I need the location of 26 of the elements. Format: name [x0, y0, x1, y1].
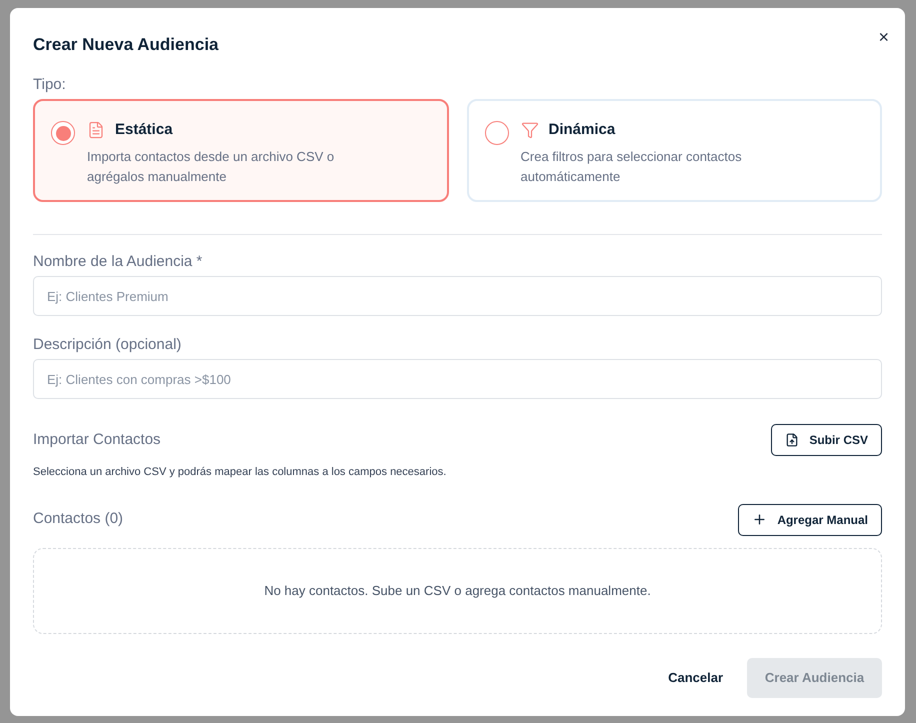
import-help: Selecciona un archivo CSV y podrás mapear las columnas a los campos necesarios. [33, 465, 448, 480]
option-title: Estática [115, 120, 173, 140]
option-title: Dinámica [548, 120, 616, 140]
upload-button[interactable]: Subir CSV [771, 424, 882, 456]
dialog-title: Crear Nueva Audiencia [33, 34, 220, 56]
radio-button[interactable] [51, 121, 75, 145]
field-label: Descripción (opcional) [33, 336, 182, 354]
file-upload-icon [785, 433, 800, 447]
section-label: Importar Contactos [33, 430, 161, 450]
close-button[interactable]: × [878, 28, 889, 46]
type-option[interactable]: Dinámica Crea filtros para seleccionar contactos automáticamente [466, 99, 882, 202]
add-manual-button[interactable]: Agregar Manual [738, 504, 882, 536]
input-field[interactable]: Ej: Clientes con compras >$100 [33, 359, 882, 399]
input-field[interactable]: Ej: Clientes Premium [33, 276, 882, 316]
cancel-button[interactable]: Cancelar [668, 668, 723, 688]
empty-contacts: No hay contactos. Sube un CSV o agrega contactos manualmente. [33, 548, 882, 634]
document-icon [87, 121, 105, 140]
radio-button[interactable] [484, 121, 508, 145]
filter-icon [520, 121, 538, 140]
section-label: Contactos (0) [33, 509, 124, 530]
type-option[interactable]: Estática Importa contactos desde un archivo CSV o agrégalos manualmente [33, 99, 448, 202]
type-label: Tipo: [33, 76, 67, 94]
option-description: Importa contactos desde un archivo CSV o agrégalos manualmente [87, 148, 336, 186]
option-description: Crea filtros para seleccionar contactos automáticamente [520, 148, 743, 186]
field-label: Nombre de la Audiencia * [33, 253, 204, 271]
plus-icon [752, 512, 768, 527]
